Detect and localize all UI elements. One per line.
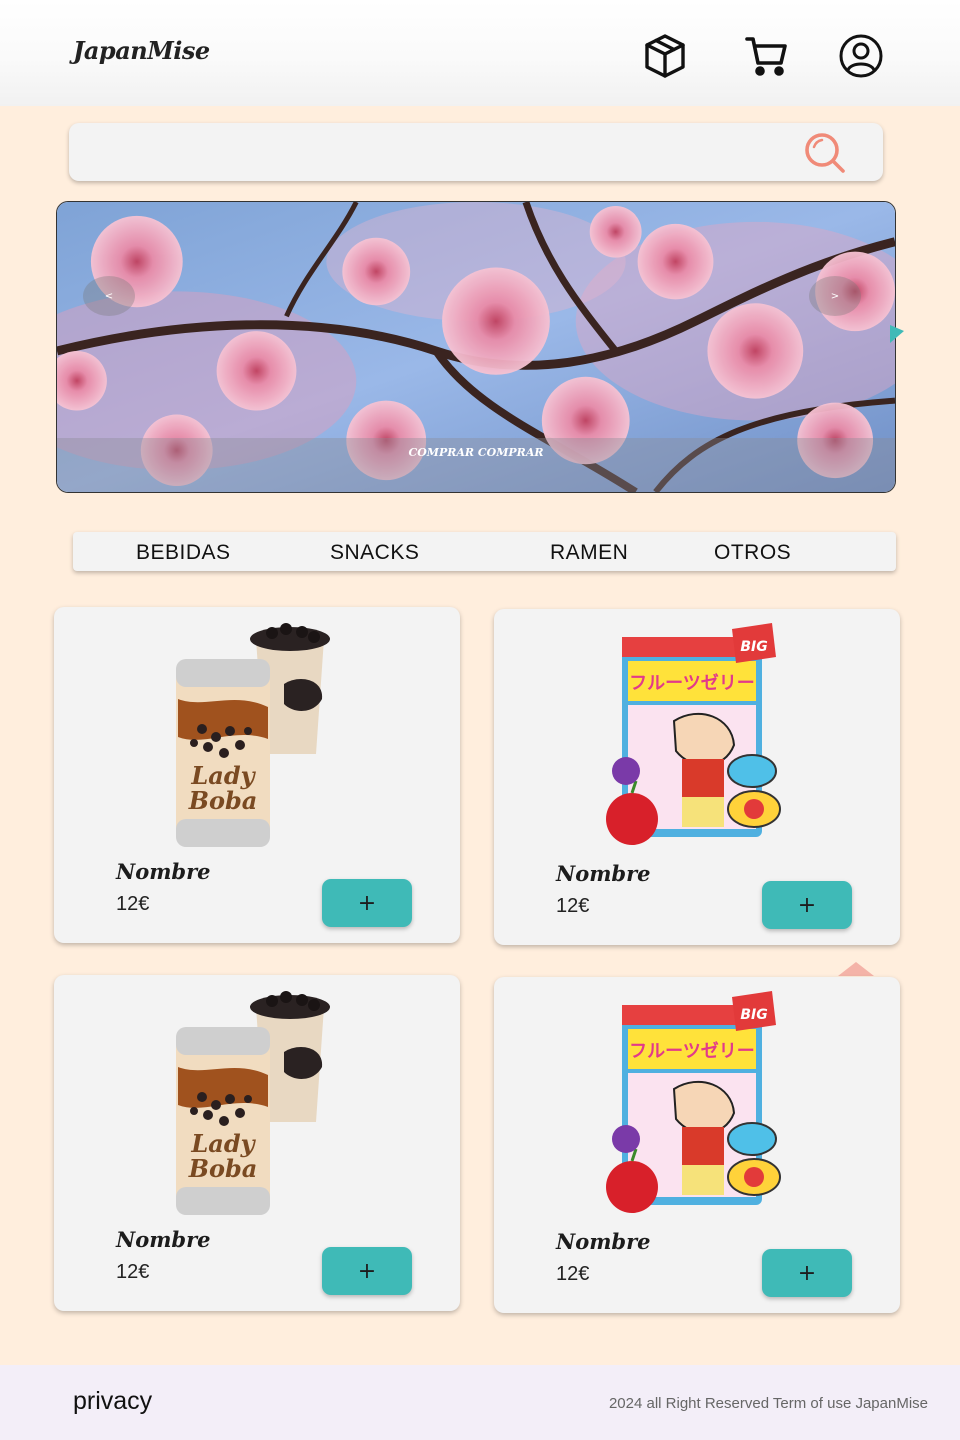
footer: privacy 2024 all Right Reserved Term of …: [0, 1365, 960, 1440]
hero-carousel: < > COMPRAR COMPRAR: [56, 201, 896, 493]
svg-text:Boba: Boba: [188, 786, 258, 815]
search-icon[interactable]: [803, 131, 847, 175]
tab-snacks[interactable]: SNACKS: [330, 541, 419, 565]
product-price: 12€: [116, 893, 150, 915]
svg-text:BIG: BIG: [740, 639, 767, 655]
carousel-prev-button[interactable]: <: [83, 276, 135, 316]
svg-text:フルーツゼリー: フルーツゼリー: [629, 1040, 755, 1062]
carousel-caption-text[interactable]: COMPRAR COMPRAR: [57, 446, 895, 459]
tab-ramen[interactable]: RAMEN: [550, 541, 628, 565]
user-icon[interactable]: [837, 32, 885, 80]
product-name: Nombre: [116, 859, 211, 884]
product-card: Lady Boba Nombre 12€ +: [54, 607, 460, 943]
product-name: Nombre: [116, 1227, 211, 1252]
add-to-cart-button[interactable]: +: [322, 1247, 412, 1295]
product-card: フルーツゼリー BIG Nombre 12€ +: [494, 609, 900, 945]
search-input[interactable]: [85, 133, 785, 171]
package-icon[interactable]: [641, 32, 689, 80]
product-price: 12€: [116, 1261, 150, 1283]
product-card: Lady Boba Nombre 12€ +: [54, 975, 460, 1311]
decor-shape: [838, 962, 874, 976]
product-card: フルーツゼリー BIG Nombre 12€ +: [494, 977, 900, 1313]
category-tabs: BEBIDAS SNACKS RAMEN OTROS: [73, 532, 896, 571]
search-bar: [69, 123, 883, 181]
svg-text:BIG: BIG: [740, 1007, 767, 1023]
carousel-caption: COMPRAR COMPRAR: [57, 438, 895, 492]
product-name: Nombre: [556, 1229, 651, 1254]
cart-icon[interactable]: [743, 32, 791, 80]
bubble-tea-can-image: Lady Boba: [176, 991, 330, 1215]
logo[interactable]: JapanMise: [73, 36, 210, 65]
tab-otros[interactable]: OTROS: [714, 541, 791, 565]
svg-text:フルーツゼリー: フルーツゼリー: [629, 672, 755, 694]
tab-bebidas[interactable]: BEBIDAS: [136, 541, 231, 565]
bubble-tea-can-image: Lady Boba: [176, 623, 330, 847]
product-name: Nombre: [556, 861, 651, 886]
carousel-next-button[interactable]: >: [809, 276, 861, 316]
add-to-cart-button[interactable]: +: [762, 1249, 852, 1297]
add-to-cart-button[interactable]: +: [762, 881, 852, 929]
copyright-text: 2024 all Right Reserved Term of use Japa…: [608, 1395, 928, 1412]
fruit-jelly-bag-image: フルーツゼリー BIG: [606, 623, 781, 845]
fruit-jelly-bag-image: フルーツゼリー BIG: [606, 991, 781, 1213]
svg-text:Boba: Boba: [188, 1154, 258, 1183]
privacy-link[interactable]: privacy: [73, 1387, 152, 1416]
decor-shape: [890, 325, 904, 343]
top-header: JapanMise: [0, 0, 960, 106]
product-price: 12€: [556, 1263, 590, 1285]
product-price: 12€: [556, 895, 590, 917]
add-to-cart-button[interactable]: +: [322, 879, 412, 927]
